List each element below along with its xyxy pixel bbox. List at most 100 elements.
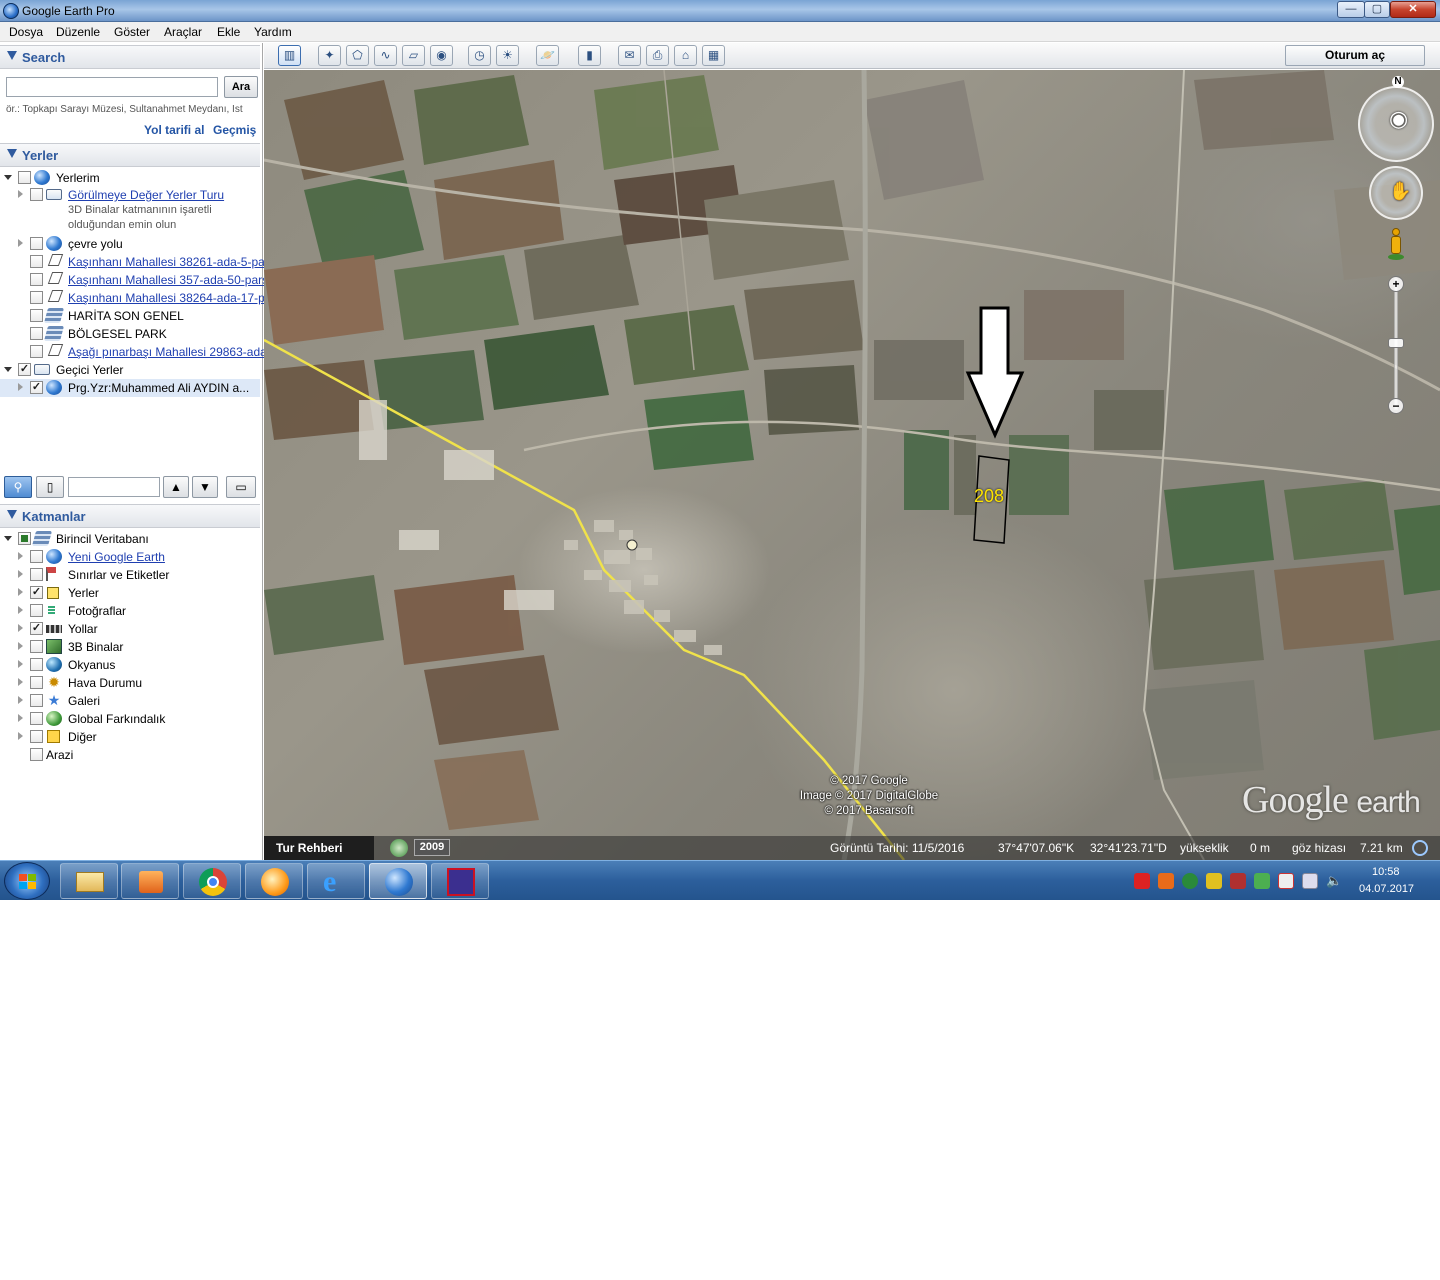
checkbox[interactable] (30, 327, 43, 340)
expand-icon[interactable] (4, 367, 12, 372)
places-item-gecici[interactable]: ✓ Geçici Yerler (0, 361, 260, 379)
network-icon[interactable] (1302, 873, 1318, 889)
expand-icon[interactable] (4, 536, 12, 541)
checkbox[interactable] (30, 748, 43, 761)
record-tour-button[interactable]: ◉ (430, 45, 453, 66)
print-button[interactable]: ⎙ (646, 45, 669, 66)
parcel-number-label[interactable]: 208 (974, 486, 1004, 507)
shield-icon[interactable] (1134, 873, 1150, 889)
places-item-harita[interactable]: HARİTA SON GENEL (0, 307, 260, 325)
menu-yardim[interactable]: Yardım (254, 25, 292, 39)
look-joystick[interactable]: ◉ (1358, 86, 1434, 162)
menu-goster[interactable]: Göster (114, 25, 150, 39)
checkbox[interactable] (30, 255, 43, 268)
street-view-pegman-icon[interactable] (1388, 228, 1404, 262)
expand-icon[interactable] (18, 588, 23, 596)
checkbox[interactable] (30, 188, 43, 201)
expand-icon[interactable] (18, 624, 23, 632)
historical-imagery-button[interactable]: ◷ (468, 45, 491, 66)
menu-duzenle[interactable]: Düzenle (56, 25, 100, 39)
checkbox[interactable] (30, 676, 43, 689)
places-item-park[interactable]: BÖLGESEL PARK (0, 325, 260, 343)
volume-icon[interactable]: 🔈 (1326, 873, 1342, 889)
expand-icon[interactable] (18, 570, 23, 578)
clock-time[interactable]: 10:58 (1372, 866, 1400, 878)
directions-link[interactable]: Yol tarifi al (144, 123, 204, 137)
expand-icon[interactable] (4, 175, 12, 180)
historical-year[interactable]: 2009 (414, 839, 450, 856)
checkbox[interactable] (30, 640, 43, 653)
google-earth-taskbar-button[interactable] (369, 863, 427, 899)
minimize-button[interactable]: — (1337, 1, 1365, 18)
panel-toggle-button[interactable]: ▯ (36, 476, 64, 498)
places-item-cevre-yolu[interactable]: çevre yolu (0, 235, 260, 253)
move-joystick[interactable]: ✋ (1369, 166, 1423, 220)
expand-icon[interactable] (18, 642, 23, 650)
layer-weather[interactable]: ✹ Hava Durumu (0, 674, 260, 692)
checkbox[interactable] (18, 532, 31, 545)
checkbox[interactable] (30, 309, 43, 322)
start-button[interactable] (4, 862, 50, 900)
layer-other[interactable]: Diğer (0, 728, 260, 746)
planets-button[interactable]: 🪐 (536, 45, 559, 66)
email-button[interactable]: ✉ (618, 45, 641, 66)
search-input[interactable] (6, 77, 218, 97)
ie-taskbar-button[interactable]: e (307, 863, 365, 899)
layer-photos[interactable]: Fotoğraflar (0, 602, 260, 620)
menu-araclar[interactable]: Araçlar (164, 25, 202, 39)
app-taskbar-button[interactable] (245, 863, 303, 899)
checkbox[interactable]: ✓ (30, 622, 43, 635)
checkbox[interactable] (30, 568, 43, 581)
places-item-yerlerim[interactable]: Yerlerim (0, 169, 260, 187)
zoom-in-button[interactable]: + (1388, 276, 1404, 292)
expand-icon[interactable] (18, 660, 23, 668)
checkbox[interactable] (30, 658, 43, 671)
layer-terrain[interactable]: Arazi (0, 746, 260, 764)
expand-icon[interactable] (18, 696, 23, 704)
layer-global-awareness[interactable]: Global Farkındalık (0, 710, 260, 728)
sign-in-button[interactable]: Oturum aç (1285, 45, 1425, 66)
move-down-button[interactable]: ▼ (192, 476, 218, 498)
checkbox[interactable]: ✓ (30, 586, 43, 599)
checkbox[interactable] (30, 730, 43, 743)
expand-icon[interactable] (18, 732, 23, 740)
layers-panel-header[interactable]: Katmanlar (0, 504, 260, 528)
tray-app-icon[interactable] (1158, 873, 1174, 889)
checkbox[interactable] (30, 237, 43, 250)
close-button[interactable]: ✕ (1390, 1, 1436, 18)
checkbox[interactable] (30, 550, 43, 563)
places-item-parcel-2[interactable]: Kaşınhanı Mahallesi 357-ada-50-pars (0, 271, 268, 289)
history-link[interactable]: Geçmiş (213, 123, 256, 137)
add-overlay-button[interactable]: ▱ (402, 45, 425, 66)
media-player-taskbar-button[interactable] (121, 863, 179, 899)
explorer-taskbar-button[interactable] (60, 863, 118, 899)
move-up-button[interactable]: ▲ (163, 476, 189, 498)
add-path-button[interactable]: ∿ (374, 45, 397, 66)
view-in-maps-button[interactable]: ▦ (702, 45, 725, 66)
layer-primary-db[interactable]: Birincil Veritabanı (0, 530, 260, 548)
action-center-icon[interactable] (1278, 873, 1294, 889)
checkbox[interactable] (30, 345, 43, 358)
save-image-button[interactable]: ⌂ (674, 45, 697, 66)
places-item-parcel-3[interactable]: Kaşınhanı Mahallesi 38264-ada-17-p (0, 289, 265, 307)
checkbox[interactable] (30, 712, 43, 725)
layer-new-google-earth[interactable]: Yeni Google Earth (0, 548, 260, 566)
checkbox[interactable] (30, 604, 43, 617)
places-filter-input[interactable] (68, 477, 160, 497)
tray-app-icon[interactable] (1230, 873, 1246, 889)
expand-icon[interactable] (18, 239, 23, 247)
layer-borders[interactable]: Sınırlar ve Etiketler (0, 566, 260, 584)
chrome-taskbar-button[interactable] (183, 863, 241, 899)
tour-guide-button[interactable]: Tur Rehberi (264, 836, 374, 860)
expand-icon[interactable] (18, 190, 23, 198)
tray-app-icon[interactable] (1182, 873, 1198, 889)
menu-ekle[interactable]: Ekle (217, 25, 240, 39)
checkbox[interactable]: ✓ (30, 381, 43, 394)
netcad-taskbar-button[interactable] (431, 863, 489, 899)
add-polygon-button[interactable]: ⬠ (346, 45, 369, 66)
expand-icon[interactable] (18, 552, 23, 560)
layer-3d-buildings[interactable]: 3B Binalar (0, 638, 260, 656)
menu-dosya[interactable]: Dosya (9, 25, 43, 39)
maximize-button[interactable]: ▢ (1364, 1, 1390, 18)
search-places-button[interactable]: ⚲ (4, 476, 32, 498)
